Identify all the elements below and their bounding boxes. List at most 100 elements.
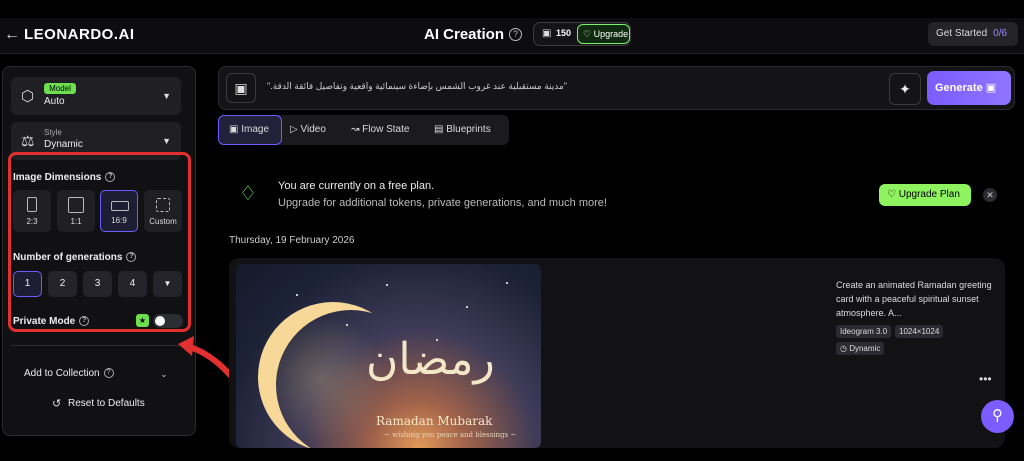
image-dimensions-label: Image Dimensions?: [13, 172, 116, 183]
square-ratio-icon: [68, 197, 84, 213]
get-started-progress: 0/6: [993, 28, 1008, 39]
blessing-text: ~ wishing you peace and blessings ~: [384, 431, 517, 439]
flow-icon: ↝: [351, 124, 360, 135]
ramadan-mubarak-text: Ramadan Mubarak: [376, 414, 493, 428]
search-icon[interactable]: ⚲: [981, 400, 1014, 433]
custom-ratio-icon: [156, 198, 170, 212]
add-image-icon[interactable]: ▣: [226, 73, 256, 103]
style-value: Dynamic: [44, 139, 83, 150]
get-started-label: Get Started: [936, 28, 988, 39]
top-bar: ← LEONARDO.AI AI Creation ? ▣ 150 ♡ Upgr…: [0, 18, 1024, 54]
plan-submessage: Upgrade for additional tokens, private g…: [278, 197, 607, 209]
shield-icon: ★: [136, 314, 149, 327]
add-to-collection[interactable]: Add to Collection?: [24, 368, 114, 379]
size-tag: 1024×1024: [895, 325, 944, 338]
landscape-ratio-icon: [111, 201, 129, 211]
tab-label: Video: [300, 124, 326, 135]
generation-count-1[interactable]: 1: [13, 271, 42, 297]
blueprint-icon: ▤: [434, 124, 444, 135]
dimension-option-1-1[interactable]: 1:1: [57, 190, 95, 232]
star: [506, 282, 508, 284]
upgrade-button[interactable]: ♡ Upgrade: [577, 24, 630, 44]
private-mode-label: Private Mode?: [13, 316, 90, 327]
image-dimensions-text: Image Dimensions: [13, 172, 102, 183]
free-plan-banner: ♢ You are currently on a free plan. Upgr…: [229, 176, 1009, 214]
model-value: Auto: [44, 96, 65, 107]
help-icon[interactable]: ?: [103, 368, 114, 379]
diamond-icon: ♢: [239, 183, 257, 205]
upgrade-plan-button[interactable]: ♡ Upgrade Plan: [879, 184, 971, 206]
divider: [11, 345, 183, 346]
cube-icon: ⬡: [21, 88, 35, 105]
help-icon[interactable]: ?: [126, 252, 137, 263]
reset-icon: ↺: [52, 398, 62, 410]
video-icon: ▷: [290, 124, 298, 135]
chevron-down-icon: ▼: [162, 136, 171, 146]
tab-label: Image: [241, 124, 270, 135]
add-to-collection-label: Add to Collection: [24, 368, 100, 379]
page-title: AI Creation: [424, 26, 505, 43]
flask-icon: ⚖: [21, 133, 35, 150]
portrait-ratio-icon: [27, 197, 37, 212]
private-mode-text: Private Mode: [13, 316, 76, 327]
generation-description: Create an animated Ramadan greeting card…: [836, 280, 992, 318]
tab-flow-state[interactable]: ↝ Flow State: [351, 115, 423, 145]
model-badge: Model: [44, 83, 76, 94]
style-tag: ◷ Dynamic: [836, 342, 885, 355]
upgrade-plan-label: Upgrade Plan: [898, 189, 960, 200]
private-mode-toggle[interactable]: [153, 314, 183, 328]
help-icon[interactable]: ?: [509, 28, 522, 41]
style-label: Style: [44, 128, 62, 137]
sparkle-icon[interactable]: ✦: [889, 73, 921, 105]
dimension-label: 2:3: [26, 217, 38, 226]
dimension-option-2-3[interactable]: 2:3: [13, 190, 51, 232]
star: [386, 284, 388, 286]
tab-image[interactable]: ▣ Image: [218, 115, 282, 145]
upgrade-label: Upgrade: [593, 29, 629, 39]
chevron-down-icon: ▼: [162, 91, 171, 101]
generation-count-4[interactable]: 4: [118, 271, 147, 297]
generations-text: Number of generations: [13, 252, 123, 263]
get-started-button[interactable]: Get Started 0/6: [928, 22, 1018, 46]
prompt-input[interactable]: "مدينة مستقبلية عند غروب الشمس بإضاءة سي…: [267, 81, 567, 92]
more-options-icon[interactable]: •••: [979, 372, 992, 386]
model-select[interactable]: ⬡ Model Auto ▼: [11, 77, 181, 115]
generate-label: Generate: [935, 82, 983, 94]
generation-date: Thursday, 19 February 2026: [229, 235, 355, 246]
generation-count-2[interactable]: 2: [48, 271, 77, 297]
token-icon: ▣: [985, 82, 997, 94]
generations-label: Number of generations?: [13, 252, 137, 263]
dimension-option-16-9[interactable]: 16:9: [100, 190, 138, 232]
dimension-label: 16:9: [111, 216, 127, 225]
star: [296, 294, 298, 296]
generated-image[interactable]: رمضان Ramadan Mubarak ~ wishing you peac…: [236, 264, 541, 448]
app-logo[interactable]: LEONARDO.AI: [24, 26, 135, 43]
generation-count-3[interactable]: 3: [83, 271, 112, 297]
tab-label: Blueprints: [446, 124, 491, 135]
token-balance[interactable]: ▣ 150 ♡ Upgrade: [533, 22, 631, 46]
toggle-knob: [155, 316, 165, 326]
close-icon[interactable]: ✕: [983, 188, 997, 202]
chevron-down-icon[interactable]: ⌄: [160, 369, 168, 380]
arabic-calligraphy: رمضان: [366, 334, 495, 385]
back-arrow-icon[interactable]: ←: [4, 26, 20, 44]
tab-blueprints[interactable]: ▤ Blueprints: [434, 115, 509, 145]
tab-video[interactable]: ▷ Video: [290, 115, 346, 145]
style-tag-label: Dynamic: [849, 344, 881, 353]
star: [346, 324, 348, 326]
dimension-option-custom[interactable]: Custom: [144, 190, 182, 232]
star: [466, 306, 468, 308]
image-icon: ▣: [229, 124, 239, 135]
help-icon[interactable]: ?: [79, 316, 90, 327]
dimension-label: Custom: [149, 217, 177, 226]
generation-card: رمضان Ramadan Mubarak ~ wishing you peac…: [229, 258, 1005, 448]
token-count: 150: [556, 28, 572, 38]
prompt-bar: ▣ "مدينة مستقبلية عند غروب الشمس بإضاءة …: [218, 66, 1015, 110]
model-tag: Ideogram 3.0: [836, 325, 892, 338]
tab-label: Flow State: [362, 124, 410, 135]
generate-button[interactable]: Generate ▣: [927, 71, 1011, 105]
help-icon[interactable]: ?: [105, 172, 116, 183]
generation-count-more[interactable]: ▼: [153, 271, 182, 297]
reset-to-defaults-button[interactable]: Reset to Defaults: [68, 398, 145, 409]
plan-message: You are currently on a free plan.: [278, 180, 435, 192]
